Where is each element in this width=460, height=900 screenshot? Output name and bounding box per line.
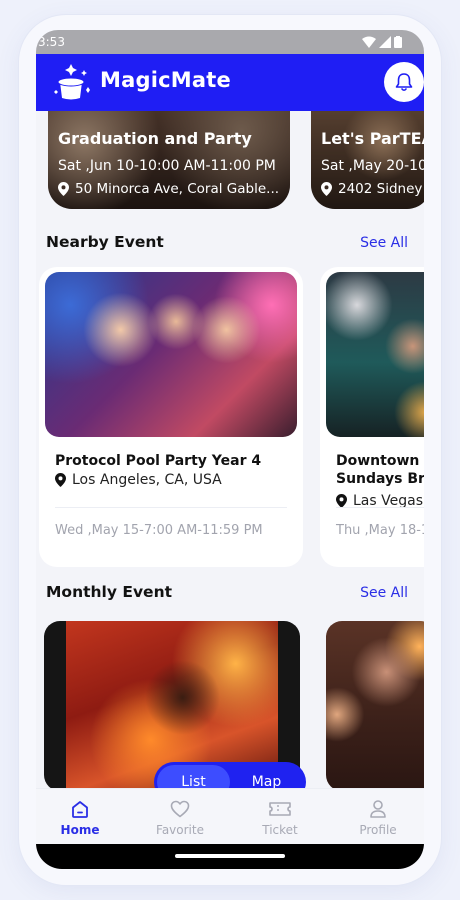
user-icon: [370, 800, 386, 818]
location-pin-icon: [321, 182, 332, 196]
featured-event-location: 2402 Sidney: [321, 181, 422, 197]
app-screen: 3:53 MagicMate Graduation and Party Sat …: [36, 30, 424, 869]
tab-ticket-label: Ticket: [262, 823, 298, 837]
tab-favorite[interactable]: Favorite: [145, 797, 215, 837]
bottom-tab-bar: Home Favorite Ticket Profile: [36, 788, 424, 844]
location-pin-icon: [336, 494, 347, 508]
monthly-event-card[interactable]: [326, 621, 424, 788]
app-name: MagicMate: [100, 68, 231, 92]
featured-event-date: Sat ,May 20-10: [321, 158, 424, 174]
home-icon: [72, 801, 88, 818]
home-indicator[interactable]: [175, 854, 285, 858]
app-header: MagicMate: [36, 54, 424, 111]
featured-event-card[interactable]: Let's ParTEA: Sat ,May 20-10 2402 Sidney: [311, 111, 424, 209]
location-pin-icon: [55, 473, 66, 487]
card-divider: [55, 507, 287, 508]
magic-hat-logo-icon: [54, 64, 90, 100]
nearby-event-name-line: Downtown V: [336, 453, 424, 469]
main-content: Graduation and Party Sat ,Jun 10-10:00 A…: [36, 111, 424, 788]
notification-button[interactable]: [384, 62, 424, 102]
monthly-see-all-link[interactable]: See All: [360, 585, 408, 601]
featured-event-title: Graduation and Party: [58, 129, 252, 148]
nearby-event-card[interactable]: Downtown V Sundays Brun Las Vegas Thu ,M…: [320, 267, 424, 567]
featured-location-text: 50 Minorca Ave, Coral Gable...: [75, 181, 280, 197]
wifi-icon: [362, 36, 376, 48]
nearby-event-photo: [326, 272, 424, 437]
featured-event-card[interactable]: Graduation and Party Sat ,Jun 10-10:00 A…: [48, 111, 290, 209]
location-pin-icon: [58, 182, 69, 196]
tab-profile[interactable]: Profile: [343, 797, 413, 837]
nearby-event-location: Los Angeles, CA, USA: [55, 472, 222, 488]
tab-favorite-label: Favorite: [156, 823, 204, 837]
system-nav-bar: [36, 844, 424, 869]
nearby-location-text: Los Angeles, CA, USA: [72, 472, 222, 488]
heart-icon: [170, 800, 190, 818]
nearby-event-name: Protocol Pool Party Year 4: [55, 453, 262, 469]
status-bar: 3:53: [36, 30, 424, 54]
ticket-icon: [269, 802, 291, 816]
status-icons: [362, 36, 402, 48]
tab-profile-label: Profile: [359, 823, 397, 837]
featured-event-location: 50 Minorca Ave, Coral Gable...: [58, 181, 279, 197]
nearby-event-name: Downtown V Sundays Brun: [336, 452, 424, 488]
card-divider: [336, 507, 424, 508]
battery-icon: [394, 36, 402, 48]
featured-location-text: 2402 Sidney: [338, 181, 423, 197]
nearby-event-photo: [45, 272, 297, 437]
signal-icon: [379, 36, 391, 48]
monthly-event-photo: [326, 621, 424, 788]
nearby-event-card[interactable]: Protocol Pool Party Year 4 Los Angeles, …: [39, 267, 303, 567]
status-time: 3:53: [38, 35, 65, 49]
featured-event-date: Sat ,Jun 10-10:00 AM-11:00 PM: [58, 158, 276, 174]
tab-home-label: Home: [60, 823, 100, 837]
featured-event-title: Let's ParTEA:: [321, 129, 424, 148]
nearby-event-date: Wed ,May 15-7:00 AM-11:59 PM: [55, 523, 263, 538]
tab-home[interactable]: Home: [45, 797, 115, 837]
tab-ticket[interactable]: Ticket: [245, 797, 315, 837]
nearby-see-all-link[interactable]: See All: [360, 235, 408, 251]
bell-icon: [395, 73, 413, 92]
nearby-section-title: Nearby Event: [46, 233, 164, 251]
monthly-section-title: Monthly Event: [46, 583, 173, 601]
nearby-event-date: Thu ,May 18-1: [336, 523, 424, 538]
nearby-event-name-line: Sundays Brun: [336, 471, 424, 487]
